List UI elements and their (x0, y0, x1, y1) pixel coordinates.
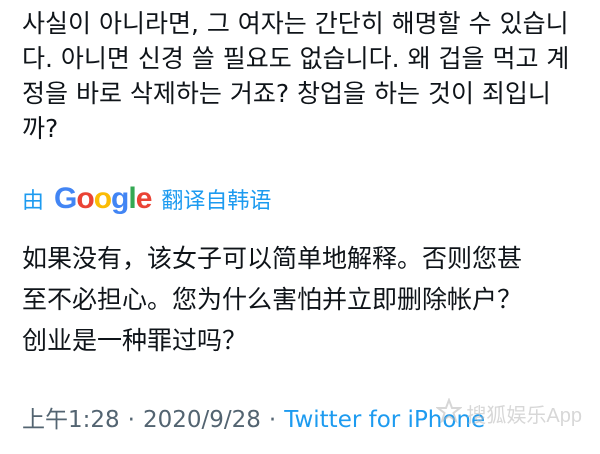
meta-separator: · (268, 407, 277, 433)
tweet-body: 사실이 아니라면, 그 여자는 간단히 해명할 수 있습니 다. 아니면 신경 … (22, 6, 582, 361)
translate-language-label: 翻译自韩语 (161, 189, 272, 214)
watermark: 搜狐娱乐App (435, 397, 582, 428)
google-logo-letter: e (135, 182, 153, 215)
google-logo: Google (54, 182, 153, 216)
tweet-translated-text: 如果没有，该女子可以简单地解释。否则您甚 至不必担心。您为什么害怕并立即删除帐户… (22, 244, 523, 355)
tweet-date[interactable]: 2020/9/28 (143, 407, 261, 433)
google-logo-letter: g (111, 182, 129, 215)
translate-attribution[interactable]: 由 Google 翻译自韩语 (22, 182, 582, 216)
tweet-meta: 上午1:28 · 2020/9/28 · Twitter for iPhone (22, 400, 485, 434)
meta-separator: · (127, 407, 135, 433)
google-logo-letter: o (76, 182, 94, 215)
translate-by-label: 由 (22, 189, 45, 214)
google-logo-letter: l (128, 182, 136, 215)
tweet-original-text: 사실이 아니라면, 그 여자는 간단히 해명할 수 있습니 다. 아니면 신경 … (22, 9, 570, 143)
star-logo-icon (435, 397, 464, 428)
google-logo-letter: G (54, 182, 77, 215)
watermark-text: 搜狐娱乐App (466, 404, 582, 427)
google-logo-letter: o (93, 182, 112, 215)
tweet-time[interactable]: 上午1:28 (22, 407, 120, 433)
